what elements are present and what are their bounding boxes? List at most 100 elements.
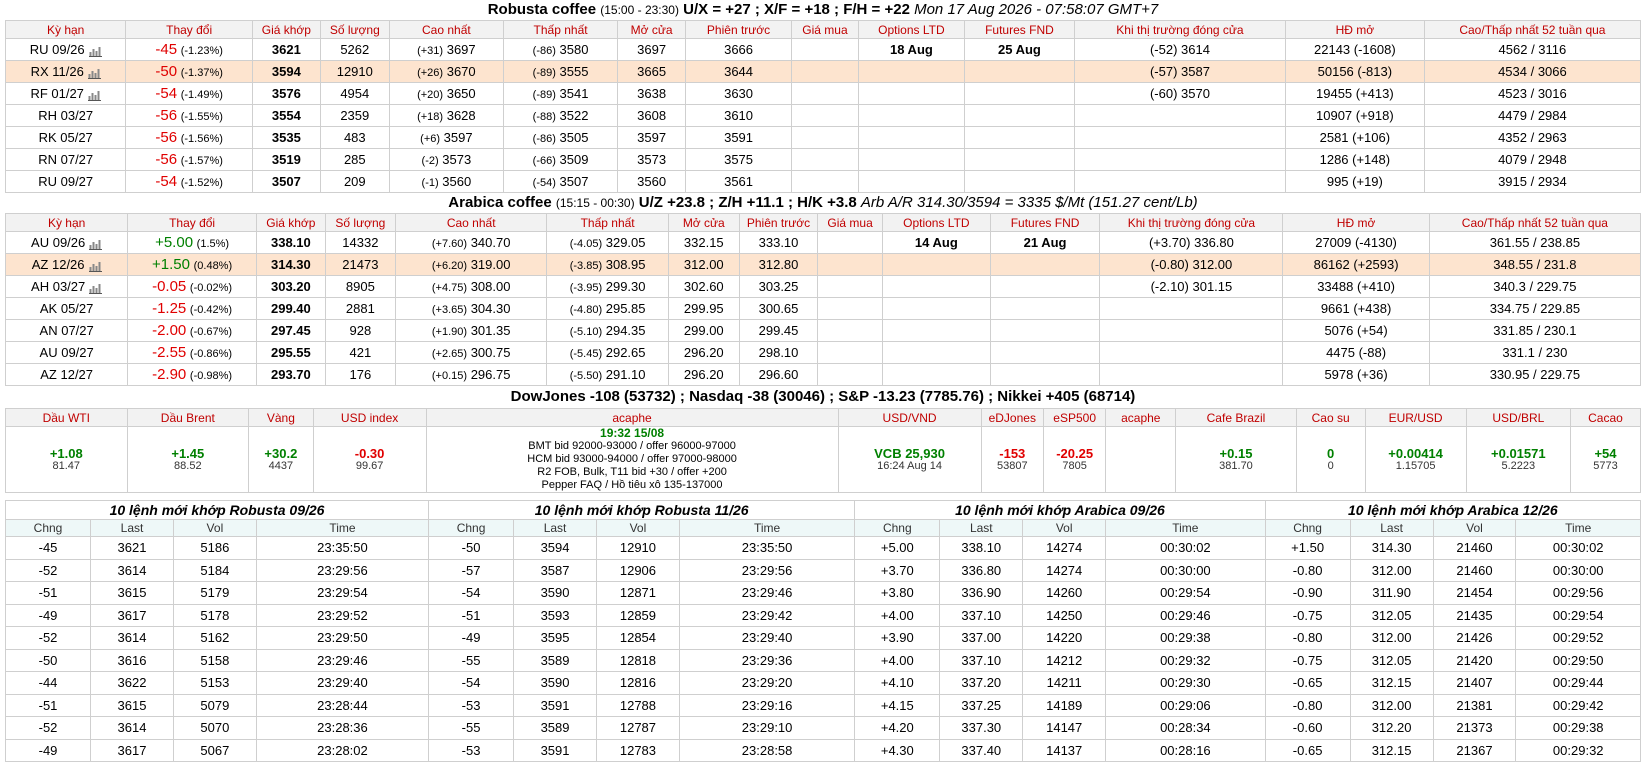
volume: 2359 [319,104,390,127]
trade-last: 312.00 [1349,693,1434,717]
contract-term[interactable]: AZ 12/26 [4,253,129,276]
trade-last: 337.20 [939,671,1024,695]
arabica-contract-row[interactable]: AZ 12/26 +1.50 (0.48%) 314.30 21473 (+6.20) … [4,253,1642,276]
trade-change: -0.75 [1264,648,1351,672]
last-price: 3576 [251,82,321,105]
trades-col-header: Vol [595,519,680,537]
arabica-contract-row[interactable]: AN 07/27 -2.00 (-0.67%) 297.45 928 (+1.90) 3… [4,319,1642,342]
contract-term[interactable]: AK 05/27 [4,297,129,320]
contract-term[interactable]: RN 07/27 [4,148,127,171]
trade-last: 3622 [90,671,174,695]
trade-row: -52 3614 5162 23:29:50 -49 3595 12854 23:29:40 +… [4,626,1641,650]
volume: 928 [324,319,396,342]
trade-volume: 12788 [595,693,680,717]
contract-term[interactable]: AH 03/27 [4,275,129,298]
trade-time: 00:29:32 [1515,738,1641,762]
options-ltd [857,148,965,171]
high-low-52-week: 4523 / 3016 [1423,82,1642,105]
robusta-col-header: Phiên trước [685,20,793,39]
trade-volume: 12854 [595,626,680,650]
contract-term[interactable]: AN 07/27 [4,319,129,342]
arabica-contract-row[interactable]: AZ 12/27 -2.90 (-0.98%) 293.70 176 (+0.15) 2… [4,363,1642,386]
futures-fnd [963,82,1075,105]
trade-row: -49 3617 5067 23:28:02 -53 3591 12783 23:28:58 +… [4,738,1641,762]
arabica-contract-row[interactable]: AU 09/26 +5.00 (1.5%) 338.10 14332 (+7.60) 3… [4,231,1642,254]
change-value: +1.50 [152,256,190,273]
change-value: -2.55 [152,344,187,361]
acaphe-local-prices: 19:32 15/08 BMT bid 92000-93000 / offer … [425,426,839,493]
bar-chart-icon[interactable] [89,238,103,251]
high-value: 3573 [442,152,472,167]
high-low-52-week: 4562 / 3116 [1423,38,1642,61]
trade-row: -49 3617 5178 23:29:52 -51 3593 12859 23:29:42 +… [4,603,1641,627]
bid-price [817,253,884,276]
low-diff: (-5.50) [569,370,603,382]
trade-time: 00:29:42 [1515,693,1641,717]
options-ltd [857,104,965,127]
change-value: -56 [155,151,178,168]
robusta-contract-row[interactable]: RH 03/27 -56 (-1.55%) 3554 2359 (+18) 3628 (-… [4,104,1642,127]
trade-change: +4.15 [854,693,941,717]
arabica-contract-row[interactable]: AK 05/27 -1.25 (-0.42%) 299.40 2881 (+3.65) … [4,297,1642,320]
options-ltd [882,275,991,298]
contract-term[interactable]: AU 09/26 [4,231,129,254]
bid-price [791,126,859,149]
misc-markets-table: Dầu WTI Dầu Brent Vàng USD index acaphe USD/V… [5,408,1642,493]
high-cell: (+20) 3650 [388,82,504,105]
high-cell: (-1) 3560 [388,170,504,193]
change-value: -45 [155,41,178,58]
trade-last: 311.90 [1349,581,1434,605]
bar-chart-icon[interactable] [89,282,103,295]
bar-chart-icon[interactable] [87,89,101,102]
contract-term[interactable]: RU 09/27 [4,170,127,193]
robusta-contract-row[interactable]: RX 11/26 -50 (-1.37%) 3594 12910 (+26) 3670(… [4,60,1642,83]
trade-change: -51 [4,693,92,717]
robusta-hours: (15:00 - 23:30) [600,3,679,17]
contract-term[interactable]: RF 01/27 [4,82,127,105]
misc-col-header: Dầu WTI [5,408,128,427]
trade-volume: 5153 [172,671,257,695]
high-cell: (+4.75) 308.00 [394,275,548,298]
robusta-contract-row[interactable]: RU 09/27 -54 (-1.52%) 3507 209 (-1) 3560 (-54… [4,170,1642,193]
robusta-contract-row[interactable]: RF 01/27 -54 (-1.49%) 3576 4954 (+20) 3650 (-… [4,82,1642,105]
arabica-contract-row[interactable]: AU 09/27 -2.55 (-0.86%) 295.55 421 (+2.65) 3… [4,341,1642,364]
arabica-contract-row[interactable]: AH 03/27 -0.05 (-0.02%) 303.20 8905 (+4.75) … [4,275,1642,298]
robusta-contract-row[interactable]: RU 09/26 -45 (-1.23%) 3621 5262 (+31) 3697 (-… [4,38,1642,61]
contract-term[interactable]: RX 11/26 [4,60,127,83]
bar-chart-icon[interactable] [87,67,101,80]
misc-col-header: eSP500 [1042,408,1107,427]
low-value: 3509 [559,152,589,167]
robusta-col-header: HĐ mở [1284,20,1425,39]
bar-chart-icon[interactable] [88,260,102,273]
high-cell: (+26) 3670 [388,60,504,83]
robusta-contract-row[interactable]: RN 07/27 -56 (-1.57%) 3519 285 (-2) 3573 (-66… [4,148,1642,171]
contract-term[interactable]: RK 05/27 [4,126,127,149]
trade-time: 23:29:50 [255,626,430,650]
trade-row: -45 3621 5186 23:35:50 -50 3594 12910 23:35:50 +… [4,536,1641,560]
high-diff: (+7.60) [431,238,468,250]
robusta-contract-row[interactable]: RK 05/27 -56 (-1.56%) 3535 483 (+6) 3597 (-86… [4,126,1642,149]
bar-chart-icon[interactable] [88,45,102,58]
robusta-col-header: Số lượng [319,20,390,39]
page-timestamp: Mon 17 Aug 2026 - 07:58:07 GMT+7 [914,1,1159,18]
trade-time: 00:30:00 [1105,558,1266,582]
low-diff: (-89) [532,89,556,101]
open-price: 3665 [617,60,687,83]
high-diff: (+1.90) [431,326,468,338]
cacao-cell: +54 5773 [1569,426,1642,493]
trades-col-header: Time [1515,519,1641,537]
trade-time: 23:29:56 [678,558,856,582]
change-cell: -54 (-1.52%) [125,170,253,193]
trades-col-header: Chng [4,519,92,537]
bid-price [791,148,859,171]
contract-term[interactable]: AU 09/27 [4,341,129,364]
contract-term[interactable]: RH 03/27 [4,104,127,127]
contract-term[interactable]: AZ 12/27 [4,363,129,386]
arabica-table: Kỳ hạn Thay đổi Giá khớp Số lượng Cao nhất Th… [4,213,1642,386]
arabica-col-header: Phiên trước [738,213,819,232]
contract-term[interactable]: RU 09/26 [4,38,127,61]
change-value: -1.25 [152,300,187,317]
trade-volume: 12906 [595,558,680,582]
trade-volume: 5070 [172,716,257,740]
high-value: 301.35 [470,323,511,338]
